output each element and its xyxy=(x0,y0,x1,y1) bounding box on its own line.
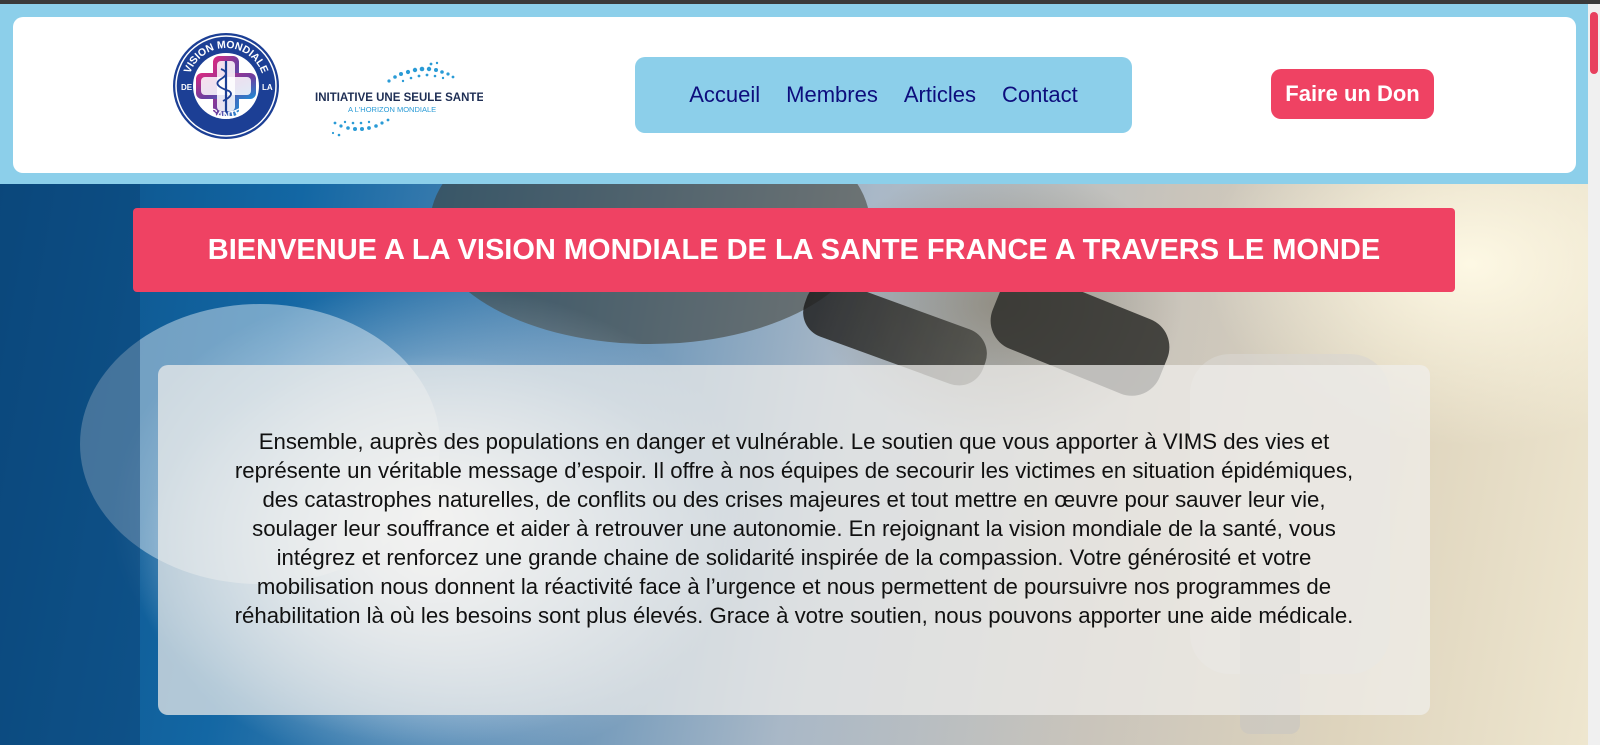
main-navigation: Accueil Membres Articles Contact xyxy=(635,57,1132,133)
logo-ring-right-text: LA xyxy=(262,83,273,92)
welcome-banner: BIENVENUE A LA VISION MONDIALE DE LA SAN… xyxy=(133,208,1455,292)
hero-section: BIENVENUE A LA VISION MONDIALE DE LA SAN… xyxy=(0,184,1588,745)
welcome-banner-text: BIENVENUE A LA VISION MONDIALE DE LA SAN… xyxy=(207,233,1381,266)
page-scrollbar[interactable] xyxy=(1588,4,1600,745)
page: VISION MONDIALE SANTE DE LA INITIATIVE U… xyxy=(0,0,1600,745)
site-header: VISION MONDIALE SANTE DE LA INITIATIVE U… xyxy=(0,4,1588,184)
initiative-une-seule-sante-logo: INITIATIVE UNE SEULE SANTE A L'HORIZON M… xyxy=(315,61,483,137)
intro-text-card: Ensemble, auprès des populations en dang… xyxy=(158,365,1430,715)
header-card: VISION MONDIALE SANTE DE LA INITIATIVE U… xyxy=(13,17,1576,173)
dots-arc-bottom-icon xyxy=(331,118,390,137)
nav-link-accueil[interactable]: Accueil xyxy=(689,82,760,108)
vision-mondiale-logo[interactable]: VISION MONDIALE SANTE DE LA xyxy=(171,31,281,141)
nav-link-contact[interactable]: Contact xyxy=(1002,82,1078,108)
initiative-subtitle: A L'HORIZON MONDIALE xyxy=(348,105,436,114)
scrollbar-thumb[interactable] xyxy=(1590,12,1598,74)
dots-arc-top-icon xyxy=(387,61,455,83)
initiative-title: INITIATIVE UNE SEULE SANTE xyxy=(315,92,483,104)
nav-link-articles[interactable]: Articles xyxy=(904,82,976,108)
intro-paragraph: Ensemble, auprès des populations en dang… xyxy=(234,429,1354,628)
logo-ring-left-text: DE xyxy=(181,83,193,92)
donate-button[interactable]: Faire un Don xyxy=(1271,69,1434,119)
nav-link-membres[interactable]: Membres xyxy=(786,82,878,108)
